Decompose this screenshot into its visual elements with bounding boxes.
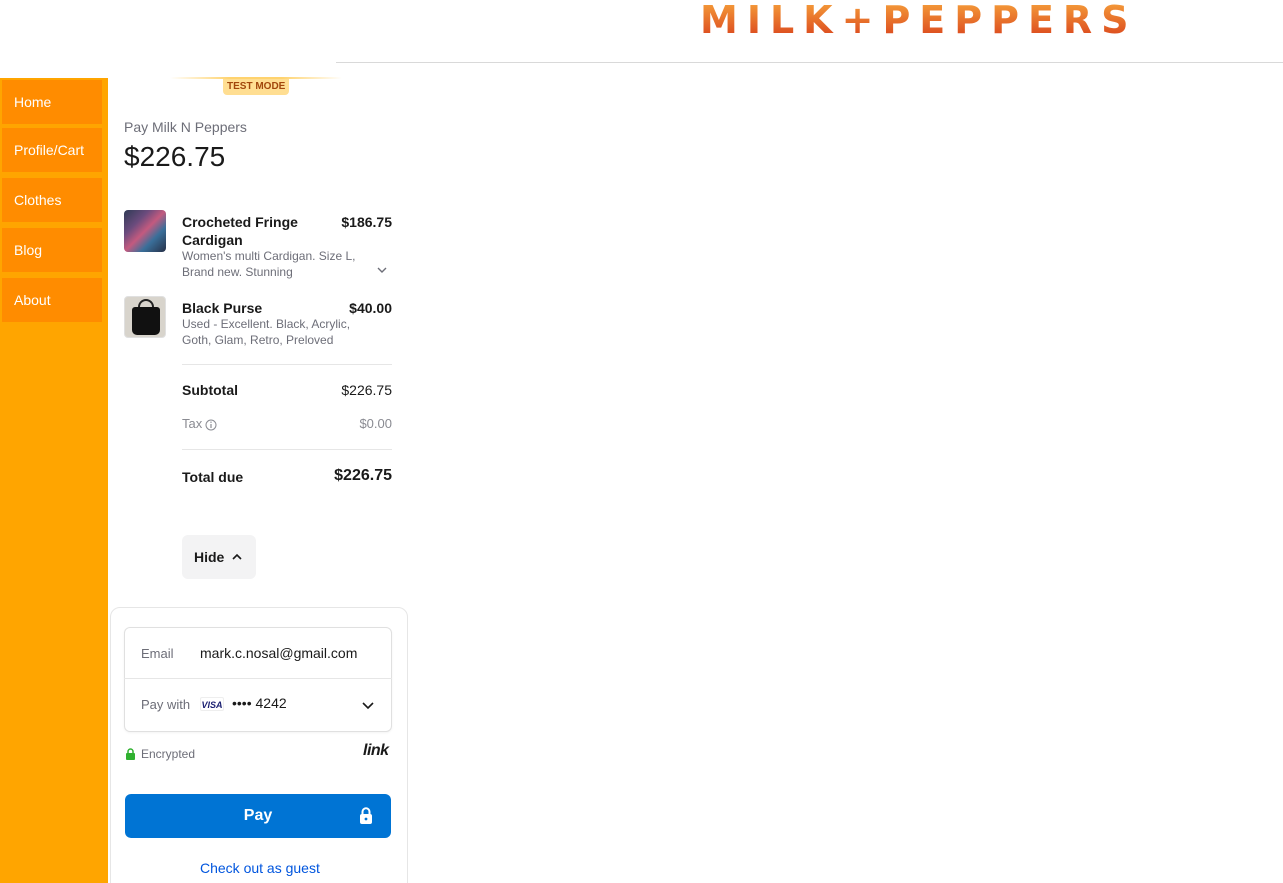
payment-fields <box>124 627 392 732</box>
lock-icon <box>126 748 135 760</box>
summary-divider <box>182 449 392 450</box>
card-number[interactable]: •••• 4242 <box>232 695 287 711</box>
expand-chevron-icon[interactable] <box>375 263 389 277</box>
field-divider <box>124 678 392 679</box>
site-logo[interactable]: MILK+PEPPERS <box>700 0 1138 40</box>
summary-divider <box>182 364 392 365</box>
tax-label: Tax <box>182 416 203 431</box>
item-description: Women's multi Cardigan. Size L, Brand ne… <box>182 249 356 279</box>
pay-button[interactable]: Pay <box>125 794 391 838</box>
pay-with-label: Pay with <box>141 697 191 712</box>
item-price: $186.75 <box>341 214 392 230</box>
checkout-amount: $226.75 <box>124 141 226 172</box>
subtotal-value: $226.75 <box>341 382 392 398</box>
encrypted-label: Encrypted <box>141 747 196 761</box>
sidebar-item-clothes[interactable]: Clothes <box>2 178 102 222</box>
test-mode-badge: TEST MODE <box>223 79 290 95</box>
item-price: $40.00 <box>349 300 392 316</box>
subtotal-label: Subtotal <box>182 382 238 398</box>
sidebar-item-profile-cart[interactable]: Profile/Cart <box>2 128 102 172</box>
sidebar: Home Profile/Cart Clothes Blog About <box>0 78 108 883</box>
item-description: Used - Excellent. Black, Acrylic, Goth, … <box>182 317 351 347</box>
hide-label: Hide <box>194 549 225 565</box>
info-icon[interactable] <box>205 419 217 431</box>
guest-checkout-link[interactable]: Check out as guest <box>200 860 320 876</box>
chevron-down-icon[interactable] <box>361 698 375 712</box>
email-field[interactable]: mark.c.nosal@gmail.com <box>200 645 357 661</box>
chevron-up-icon <box>232 553 242 560</box>
merchant-label: Pay Milk N Peppers <box>124 119 247 135</box>
sidebar-item-blog[interactable]: Blog <box>2 228 102 272</box>
purse-thumbnail <box>124 296 166 338</box>
email-label: Email <box>141 646 174 661</box>
visa-card-icon: VISA <box>200 697 224 711</box>
item-name: Crocheted Fringe Cardigan <box>182 214 298 248</box>
total-label: Total due <box>182 469 244 485</box>
tax-value: $0.00 <box>359 416 392 431</box>
hide-button[interactable]: Hide <box>182 535 256 579</box>
item-name: Black Purse <box>182 300 263 316</box>
sidebar-item-about[interactable]: About <box>2 278 102 322</box>
pay-button-label: Pay <box>243 807 273 824</box>
total-value: $226.75 <box>334 467 392 484</box>
cardigan-thumbnail <box>124 210 166 252</box>
sidebar-item-home[interactable]: Home <box>2 80 102 124</box>
header-divider <box>336 62 1283 63</box>
link-logo: link <box>363 742 389 759</box>
lock-icon <box>360 807 372 824</box>
